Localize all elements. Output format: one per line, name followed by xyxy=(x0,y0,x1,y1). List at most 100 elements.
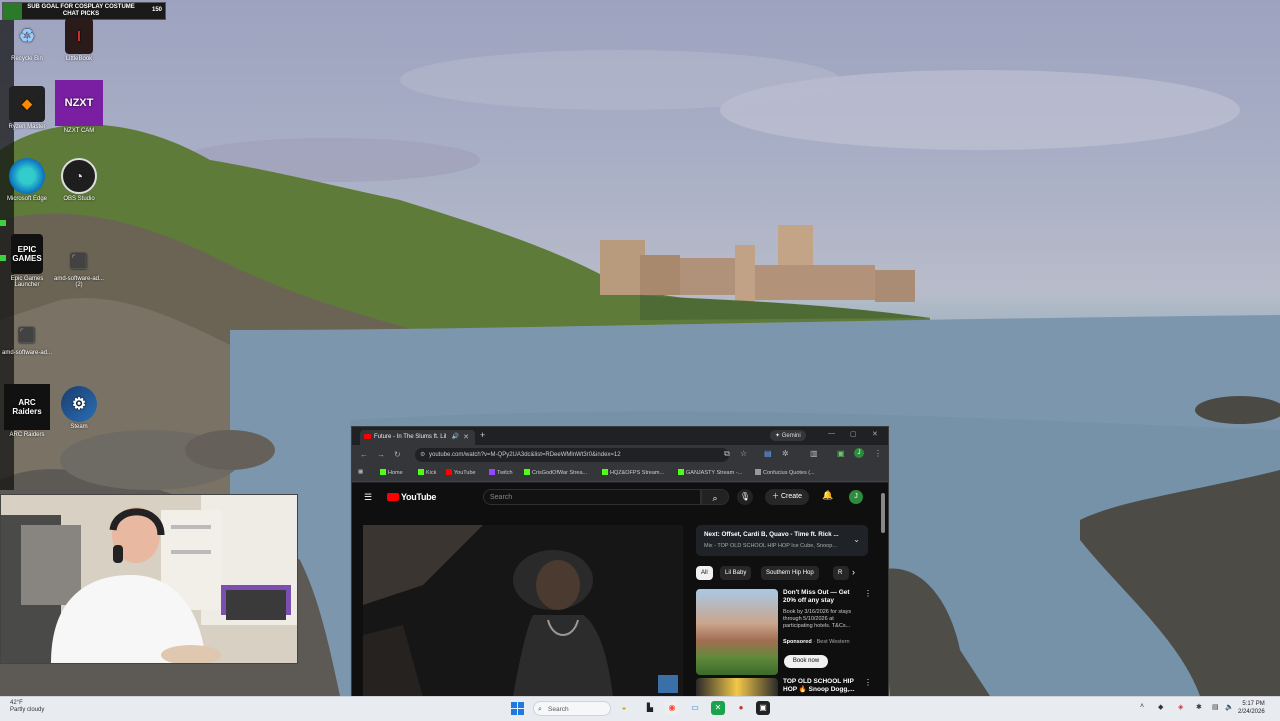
chip-lil-baby[interactable]: Lil Baby xyxy=(720,566,752,580)
back-icon[interactable]: ← xyxy=(360,450,368,459)
youtube-logo[interactable]: YouTube xyxy=(387,492,436,502)
hamburger-menu-icon[interactable]: ☰ xyxy=(364,492,372,503)
forward-icon[interactable]: → xyxy=(377,450,385,459)
minimize-icon[interactable]: — xyxy=(828,430,835,437)
bookmark-ganjasty[interactable]: GANJASTY Stream -... xyxy=(678,469,742,476)
desktop-icon-ryzen-master[interactable]: ◆ Ryzen Master xyxy=(0,86,54,130)
profile-avatar-icon[interactable]: J xyxy=(854,448,864,458)
advertiser-name: Best Western xyxy=(816,639,850,645)
url-bar[interactable]: ⚙ youtube.com/watch?v=M-QPy2UA3dc&list=R… xyxy=(415,448,729,462)
start-button-icon[interactable] xyxy=(511,702,524,715)
desktop-icon-nzxt-cam[interactable]: NZXT NZXT CAM xyxy=(52,80,106,134)
new-tab-button[interactable]: + xyxy=(480,430,485,440)
kick-favicon-icon xyxy=(418,469,424,475)
address-bar-row: ← → ↻ ⚙ youtube.com/watch?v=M-QPy2UA3dc&… xyxy=(352,445,888,465)
desktop-icon-label: Epic Games Launcher xyxy=(10,276,44,288)
account-avatar[interactable]: J xyxy=(849,490,863,504)
desktop-icon-steam[interactable]: ⚙ Steam xyxy=(52,386,106,430)
desktop-icon-arc-raiders[interactable]: ARC Raiders ARC Raiders xyxy=(0,384,54,438)
desktop-icon-amd-installer[interactable]: ⬛ amd-software-ad... xyxy=(0,322,54,357)
chrome-icon[interactable]: ◉ xyxy=(665,701,679,715)
chip-partial[interactable]: R xyxy=(833,566,849,580)
maximize-icon[interactable]: ▢ xyxy=(850,430,857,438)
tray-volume-icon[interactable]: 🔈 xyxy=(1225,703,1234,711)
desktop-icon-label: amd-software-ad... xyxy=(1,350,53,356)
obs-taskbar-icon[interactable]: ▣ xyxy=(756,701,770,715)
create-button[interactable]: ＋ Create xyxy=(765,489,809,505)
notifications-bell-icon[interactable]: 🔔 xyxy=(822,490,833,501)
bookmark-label: CrisGodOfWar Strea... xyxy=(532,470,588,476)
search-icon[interactable]: ⌕ xyxy=(701,489,729,505)
desktop-icon-label: LittleBook xyxy=(65,56,93,62)
bookmark-label: Home xyxy=(388,470,403,476)
bookmark-twitch[interactable]: Twitch xyxy=(489,469,513,476)
app-taskbar-icon[interactable]: ● xyxy=(734,701,748,715)
extensions-puzzle-icon[interactable]: ✲ xyxy=(782,449,789,458)
site-info-icon[interactable]: ⚙ xyxy=(420,448,425,462)
page-favicon-icon xyxy=(755,469,761,475)
ad-thumbnail[interactable] xyxy=(696,589,778,675)
taskbar-search-input[interactable]: ⌕ Search xyxy=(533,701,611,716)
desktop-icon-app[interactable]: l LittleBook xyxy=(52,18,106,62)
browser-tab-active[interactable]: Future - In The Slums ft. Lil 🔊 ✕ xyxy=(360,430,475,445)
file-explorer-icon[interactable]: ▭ xyxy=(688,701,702,715)
desktop-icon-epic-games[interactable]: EPIC GAMES Epic Games Launcher xyxy=(0,234,54,288)
tray-overflow-icon[interactable]: ˄ xyxy=(1140,703,1144,710)
desktop-icon-label: OBS Studio xyxy=(63,196,95,202)
bookmark-star-icon[interactable]: ☆ xyxy=(740,449,747,458)
close-tab-icon[interactable]: ✕ xyxy=(463,433,469,441)
video-thumbnail[interactable] xyxy=(696,678,778,697)
weather-widget[interactable]: 42°F Partly cloudy xyxy=(10,700,44,714)
bookmark-youtube[interactable]: YouTube xyxy=(446,469,476,476)
chip-southern-hip-hop[interactable]: Southern Hip Hop xyxy=(761,566,819,580)
tray-bluetooth-icon[interactable]: ✱ xyxy=(1196,703,1202,711)
bookmark-home[interactable]: Home xyxy=(380,469,403,476)
youtube-search-input[interactable]: Search xyxy=(483,489,701,505)
tray-security-icon[interactable]: ◈ xyxy=(1178,703,1183,711)
desktop-icon-recycle-bin[interactable]: ♻ Recycle Bin xyxy=(0,18,54,63)
audio-playing-icon[interactable]: 🔊 xyxy=(452,433,459,440)
youtube-play-icon xyxy=(387,493,399,501)
video-frame xyxy=(363,525,683,697)
sponsored-ad-card[interactable]: Don't Miss Out — Get 20% off any stay Bo… xyxy=(696,589,876,675)
chevron-right-icon[interactable]: › xyxy=(852,567,855,577)
browser-window[interactable]: Future - In The Slums ft. Lil 🔊 ✕ + ✦ Ge… xyxy=(351,426,889,698)
more-options-icon[interactable]: ⋮ xyxy=(864,589,872,598)
xbox-icon[interactable]: ✕ xyxy=(711,701,725,715)
sidepanel-icon[interactable]: ▥ xyxy=(810,449,818,458)
tab-bar: Future - In The Slums ft. Lil 🔊 ✕ + ✦ Ge… xyxy=(352,427,888,445)
profile-extension-icon[interactable]: ▣ xyxy=(837,449,845,458)
task-view-icon[interactable]: ▙ xyxy=(643,701,657,715)
tray-app-icon[interactable]: ◆ xyxy=(1158,703,1163,711)
up-next-panel[interactable]: Next: Offset, Cardi B, Quavo - Time ft. … xyxy=(696,525,868,556)
gemini-button[interactable]: ✦ Gemini xyxy=(770,430,806,441)
close-window-icon[interactable]: ✕ xyxy=(872,430,878,438)
bookmark-kick[interactable]: Kick xyxy=(418,469,436,476)
page-scrollbar[interactable] xyxy=(881,493,885,533)
recommended-video[interactable]: TOP OLD SCHOOL HIP HOP 🔥 Snoop Dogg,... … xyxy=(696,678,876,697)
install-app-icon[interactable]: ⧉ xyxy=(724,449,730,459)
extension-icon[interactable]: ▤ xyxy=(764,449,772,458)
book-now-button[interactable]: Book now xyxy=(784,655,828,668)
reload-icon[interactable]: ↻ xyxy=(394,450,401,459)
widgets-icon[interactable]: ◒ xyxy=(617,701,631,715)
sub-goal-count: 150 xyxy=(151,7,162,13)
obs-icon: ◔ xyxy=(61,158,97,194)
bookmark-confucius[interactable]: Confucius Quotes (... xyxy=(755,469,815,476)
kick-favicon-icon xyxy=(602,469,608,475)
microphone-icon[interactable]: 🎙 xyxy=(737,489,753,505)
menu-kebab-icon[interactable]: ⋮ xyxy=(874,449,882,458)
video-player[interactable] xyxy=(363,525,683,697)
chevron-down-icon[interactable]: ⌄ xyxy=(853,535,860,544)
tray-network-icon[interactable]: ▤ xyxy=(1212,703,1219,711)
bookmark-hqz[interactable]: HQZ&OFPS Stream... xyxy=(602,469,664,476)
bookmark-crisgodofwar[interactable]: CrisGodOfWar Strea... xyxy=(524,469,587,476)
taskbar-clock[interactable]: 5:17 PM 2/24/2026 xyxy=(1238,700,1265,716)
desktop-icon-amd-installer-2[interactable]: ⬛ amd-software-ad... (2) xyxy=(52,248,106,289)
chip-all[interactable]: All xyxy=(696,566,713,580)
desktop-icon-obs[interactable]: ◔ OBS Studio xyxy=(52,158,106,202)
more-options-icon[interactable]: ⋮ xyxy=(864,678,872,687)
desktop-icon-label: Steam xyxy=(70,424,88,430)
apps-grid-icon[interactable]: ▦ xyxy=(358,469,363,475)
desktop-icon-edge[interactable]: Microsoft Edge xyxy=(0,158,54,202)
